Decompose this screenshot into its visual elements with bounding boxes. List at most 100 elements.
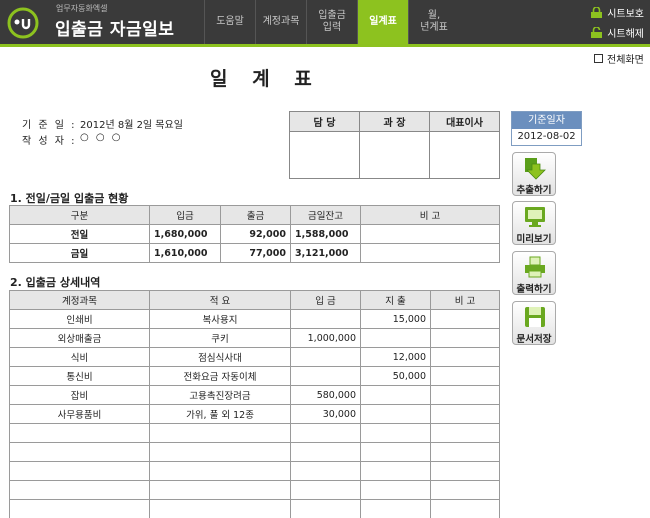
detail-cell[interactable] bbox=[290, 480, 361, 500]
extract-label: 추출하기 bbox=[516, 185, 552, 196]
fullscreen-toggle[interactable]: 전체화면 bbox=[594, 51, 644, 66]
approval-cell-manager[interactable] bbox=[359, 131, 430, 179]
approval-header-ceo: 대표이사 bbox=[429, 111, 500, 132]
base-date-label: 기준일자 bbox=[512, 112, 581, 129]
detail-cell[interactable] bbox=[430, 404, 500, 424]
detail-cell[interactable]: 외상매출금 bbox=[9, 328, 150, 348]
detail-cell[interactable] bbox=[360, 461, 431, 481]
detail-cell[interactable] bbox=[290, 309, 361, 329]
detail-cell[interactable] bbox=[360, 442, 431, 462]
detail-cell[interactable] bbox=[290, 499, 361, 518]
detail-cell[interactable] bbox=[290, 347, 361, 367]
detail-cell[interactable] bbox=[9, 423, 150, 443]
print-button[interactable]: 출력하기 bbox=[512, 251, 556, 295]
detail-cell[interactable] bbox=[9, 461, 150, 481]
detail-cell[interactable]: 인쇄비 bbox=[9, 309, 150, 329]
print-label: 출력하기 bbox=[516, 284, 552, 295]
detail-cell[interactable]: 50,000 bbox=[360, 366, 431, 386]
table-row bbox=[9, 499, 500, 518]
table-row bbox=[9, 480, 500, 500]
approval-cell-ceo[interactable] bbox=[429, 131, 500, 179]
sheet-protect-button[interactable]: 시트보호 bbox=[590, 5, 644, 20]
detail-cell[interactable] bbox=[430, 423, 500, 443]
detail-cell[interactable] bbox=[290, 366, 361, 386]
table-row bbox=[9, 423, 500, 443]
detail-cell[interactable] bbox=[9, 442, 150, 462]
detail-cell[interactable]: 쿠키 bbox=[149, 328, 291, 348]
detail-cell[interactable]: 1,000,000 bbox=[290, 328, 361, 348]
detail-cell[interactable] bbox=[360, 480, 431, 500]
detail-cell[interactable]: 15,000 bbox=[360, 309, 431, 329]
detail-cell[interactable] bbox=[430, 442, 500, 462]
table-row: 식비 점심식사대 12,000 bbox=[9, 347, 500, 367]
detail-cell[interactable]: 고용촉진장려금 bbox=[149, 385, 291, 405]
detail-cell[interactable] bbox=[290, 442, 361, 462]
table-row bbox=[9, 461, 500, 481]
extract-button[interactable]: 추출하기 bbox=[512, 152, 556, 196]
tab-daily-report[interactable]: 일계표 bbox=[357, 0, 408, 44]
detail-cell[interactable]: 식비 bbox=[9, 347, 150, 367]
detail-cell[interactable] bbox=[360, 385, 431, 405]
approval-cell-staff[interactable] bbox=[289, 131, 360, 179]
detail-header: 적 요 bbox=[149, 290, 291, 310]
detail-cell[interactable] bbox=[290, 461, 361, 481]
detail-cell[interactable] bbox=[149, 480, 291, 500]
summary-header: 비 고 bbox=[360, 205, 500, 225]
detail-cell[interactable] bbox=[9, 499, 150, 518]
table-row bbox=[9, 442, 500, 462]
detail-cell[interactable] bbox=[9, 480, 150, 500]
detail-cell[interactable]: 580,000 bbox=[290, 385, 361, 405]
detail-cell[interactable] bbox=[360, 423, 431, 443]
detail-cell[interactable] bbox=[360, 404, 431, 424]
approval-header-staff: 담 당 bbox=[289, 111, 360, 132]
table-row: 외상매출금 쿠키 1,000,000 bbox=[9, 328, 500, 348]
detail-cell[interactable] bbox=[430, 461, 500, 481]
unlock-icon bbox=[591, 27, 603, 38]
detail-cell[interactable]: 30,000 bbox=[290, 404, 361, 424]
detail-cell[interactable]: 사무용품비 bbox=[9, 404, 150, 424]
detail-cell[interactable] bbox=[149, 461, 291, 481]
detail-cell[interactable]: 12,000 bbox=[360, 347, 431, 367]
summary-table: 구분 입금 출금 금일잔고 비 고 전일 1,680,000 92,000 1,… bbox=[9, 205, 500, 263]
detail-cell[interactable] bbox=[149, 442, 291, 462]
tab-accounts[interactable]: 계정과목 bbox=[255, 0, 306, 44]
detail-cell[interactable] bbox=[430, 499, 500, 518]
table-row: 사무용품비 가위, 풀 외 12종 30,000 bbox=[9, 404, 500, 424]
summary-cell[interactable] bbox=[360, 243, 500, 263]
detail-cell[interactable] bbox=[430, 385, 500, 405]
detail-cell[interactable] bbox=[360, 328, 431, 348]
logo-icon bbox=[7, 7, 39, 39]
sheet-unprotect-button[interactable]: 시트해제 bbox=[590, 25, 644, 40]
detail-cell[interactable] bbox=[430, 366, 500, 386]
detail-cell[interactable]: 복사용지 bbox=[149, 309, 291, 329]
summary-header: 출금 bbox=[220, 205, 291, 225]
base-date-value[interactable]: 2012-08-02 bbox=[512, 129, 581, 145]
detail-cell[interactable]: 가위, 풀 외 12종 bbox=[149, 404, 291, 424]
detail-cell[interactable]: 잡비 bbox=[9, 385, 150, 405]
detail-cell[interactable] bbox=[290, 423, 361, 443]
preview-button[interactable]: 미리보기 bbox=[512, 201, 556, 245]
printer-icon bbox=[525, 256, 545, 278]
summary-cell: 전일 bbox=[9, 224, 150, 244]
detail-cell[interactable] bbox=[430, 347, 500, 367]
table-row: 잡비 고용촉진장려금 580,000 bbox=[9, 385, 500, 405]
save-document-button[interactable]: 문서저장 bbox=[512, 301, 556, 345]
fullscreen-checkbox[interactable] bbox=[594, 54, 603, 63]
detail-cell[interactable] bbox=[430, 309, 500, 329]
detail-cell[interactable] bbox=[430, 328, 500, 348]
detail-cell[interactable]: 전화요금 자동이체 bbox=[149, 366, 291, 386]
detail-cell[interactable]: 통신비 bbox=[9, 366, 150, 386]
detail-cell[interactable] bbox=[430, 480, 500, 500]
tab-help[interactable]: 도움말 bbox=[204, 0, 255, 44]
sheet-unprotect-label: 시트해제 bbox=[607, 29, 644, 40]
detail-cell[interactable] bbox=[149, 499, 291, 518]
summary-cell[interactable] bbox=[360, 224, 500, 244]
detail-cell[interactable] bbox=[360, 499, 431, 518]
detail-cell[interactable]: 점심식사대 bbox=[149, 347, 291, 367]
nav-tabs: 도움말 계정과목 입출금 입력 일계표 월, 년계표 bbox=[204, 0, 459, 44]
tab-entry[interactable]: 입출금 입력 bbox=[306, 0, 357, 44]
detail-cell[interactable] bbox=[149, 423, 291, 443]
page-title: 일 계 표 bbox=[210, 68, 321, 90]
preview-label: 미리보기 bbox=[516, 234, 552, 245]
tab-monthly-yearly[interactable]: 월, 년계표 bbox=[408, 0, 459, 44]
